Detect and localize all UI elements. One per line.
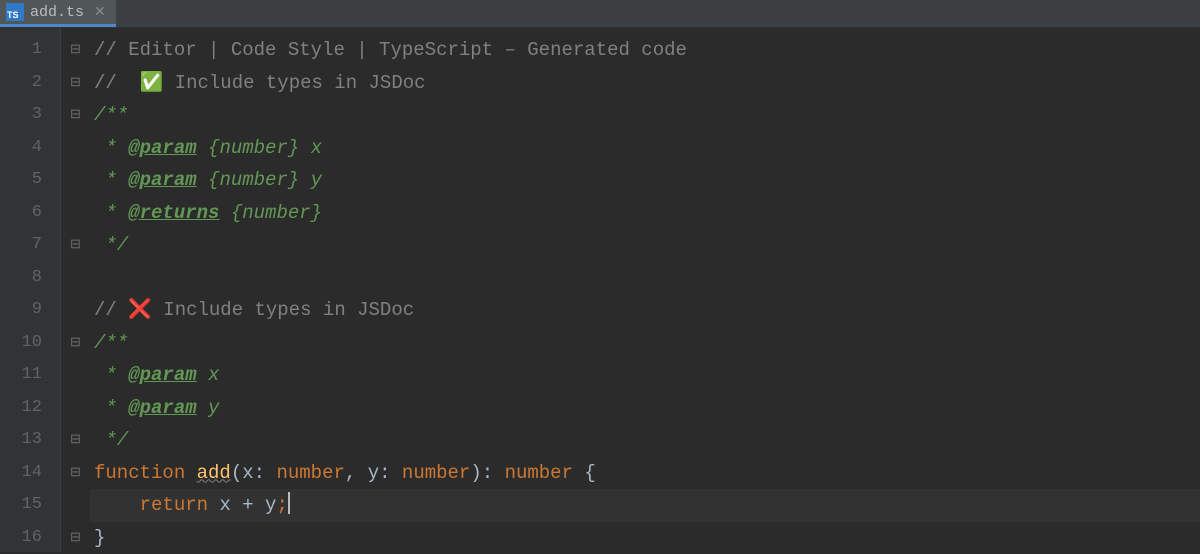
fold-toggle[interactable] — [61, 489, 90, 522]
jsdoc-tag: @param — [128, 397, 196, 419]
code-line-current[interactable]: return x + y; — [90, 489, 1200, 522]
jsdoc-line: * @param {number} y — [94, 169, 322, 191]
close-icon[interactable]: ✕ — [94, 4, 106, 21]
code-line[interactable]: /** — [90, 99, 1200, 132]
line-number: 11 — [0, 359, 60, 392]
line-number-gutter: 1 2 3 4 5 6 7 8 9 10 11 12 13 14 15 16 — [0, 28, 60, 552]
type-keyword: number — [276, 462, 344, 484]
fold-column: ⊟ ⊟ ⊟ ⊟ ⊟ ⊟ ⊟ ⊟ — [60, 28, 90, 552]
jsdoc-tag: @param — [128, 364, 196, 386]
fold-toggle[interactable]: ⊟ — [61, 327, 90, 360]
fold-toggle[interactable]: ⊟ — [61, 34, 90, 67]
comment-text: Include types in JSDoc — [152, 299, 414, 321]
keyword-return: return — [140, 494, 208, 516]
code-content[interactable]: // Editor | Code Style | TypeScript – Ge… — [90, 28, 1200, 552]
jsdoc-line: * @returns {number} — [94, 202, 322, 224]
line-number: 5 — [0, 164, 60, 197]
comment-text: // — [94, 299, 128, 321]
line-number: 7 — [0, 229, 60, 262]
line-number: 8 — [0, 262, 60, 295]
fold-toggle[interactable]: ⊟ — [61, 457, 90, 490]
file-tab[interactable]: TS add.ts ✕ — [0, 0, 116, 27]
code-line[interactable]: function add(x: number, y: number): numb… — [90, 457, 1200, 490]
keyword-function: function — [94, 462, 185, 484]
line-number: 6 — [0, 197, 60, 230]
code-line[interactable]: * @param {number} x — [90, 132, 1200, 165]
comment-text: // Editor | Code Style | TypeScript – Ge… — [94, 39, 687, 61]
fold-toggle[interactable] — [61, 359, 90, 392]
code-line[interactable]: * @param y — [90, 392, 1200, 425]
jsdoc-tag: @returns — [128, 202, 219, 224]
fold-toggle[interactable] — [61, 197, 90, 230]
line-number: 15 — [0, 489, 60, 522]
comment-text: Include types in JSDoc — [163, 72, 425, 94]
code-line[interactable]: */ — [90, 424, 1200, 457]
line-number: 10 — [0, 327, 60, 360]
tab-bar: TS add.ts ✕ — [0, 0, 1200, 28]
fold-toggle[interactable] — [61, 164, 90, 197]
editor-area: 1 2 3 4 5 6 7 8 9 10 11 12 13 14 15 16 ⊟… — [0, 28, 1200, 552]
jsdoc-close: */ — [94, 234, 128, 256]
code-line[interactable]: } — [90, 522, 1200, 554]
fold-toggle[interactable] — [61, 294, 90, 327]
type-keyword: number — [505, 462, 573, 484]
jsdoc-open: /** — [94, 104, 128, 126]
code-line[interactable]: */ — [90, 229, 1200, 262]
line-number: 16 — [0, 522, 60, 554]
code-line[interactable]: /** — [90, 327, 1200, 360]
jsdoc-line: * @param y — [94, 397, 219, 419]
fold-toggle[interactable]: ⊟ — [61, 67, 90, 100]
code-line[interactable] — [90, 262, 1200, 295]
code-line[interactable]: // ❌ Include types in JSDoc — [90, 294, 1200, 327]
jsdoc-tag: @param — [128, 169, 196, 191]
fold-toggle[interactable]: ⊟ — [61, 99, 90, 132]
type-keyword: number — [402, 462, 470, 484]
jsdoc-open: /** — [94, 332, 128, 354]
typescript-file-icon: TS — [6, 3, 24, 21]
cross-icon: ❌ — [128, 299, 152, 321]
jsdoc-close: */ — [94, 429, 128, 451]
code-line[interactable]: // ✅ Include types in JSDoc — [90, 67, 1200, 100]
jsdoc-line: * @param x — [94, 364, 219, 386]
line-number: 12 — [0, 392, 60, 425]
function-name: add — [197, 462, 231, 484]
jsdoc-line: * @param {number} x — [94, 137, 322, 159]
code-line[interactable]: * @param {number} y — [90, 164, 1200, 197]
line-number: 9 — [0, 294, 60, 327]
line-number: 13 — [0, 424, 60, 457]
fold-toggle[interactable]: ⊟ — [61, 229, 90, 262]
code-line[interactable]: * @param x — [90, 359, 1200, 392]
tab-filename: add.ts — [30, 4, 84, 21]
code-line[interactable]: * @returns {number} — [90, 197, 1200, 230]
line-number: 3 — [0, 99, 60, 132]
fold-toggle[interactable]: ⊟ — [61, 522, 90, 554]
text-cursor — [288, 492, 290, 514]
jsdoc-tag: @param — [128, 137, 196, 159]
fold-toggle[interactable] — [61, 132, 90, 165]
comment-text: // — [94, 72, 140, 94]
code-line[interactable]: // Editor | Code Style | TypeScript – Ge… — [90, 34, 1200, 67]
line-number: 2 — [0, 67, 60, 100]
line-number: 1 — [0, 34, 60, 67]
check-icon: ✅ — [140, 72, 164, 94]
fold-toggle[interactable] — [61, 392, 90, 425]
line-number: 4 — [0, 132, 60, 165]
line-number: 14 — [0, 457, 60, 490]
fold-toggle[interactable] — [61, 262, 90, 295]
fold-toggle[interactable]: ⊟ — [61, 424, 90, 457]
